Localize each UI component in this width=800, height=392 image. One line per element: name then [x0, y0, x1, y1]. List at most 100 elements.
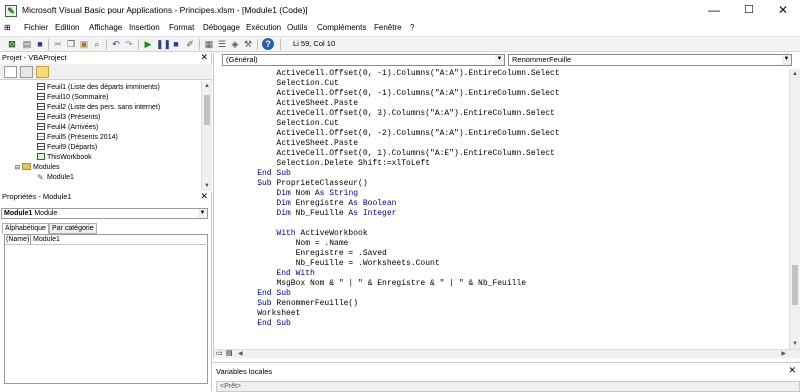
- code-line: ActiveCell.Offset(0, 1).Columns("A:E").E…: [238, 149, 555, 158]
- code-line: ActiveSheet.Paste: [238, 99, 359, 108]
- object-browser-icon[interactable]: ◈: [229, 38, 241, 50]
- procedure-combo[interactable]: RenommerFeuille ▼: [508, 54, 792, 66]
- tree-folder-modules[interactable]: ⊟ Modules: [15, 163, 60, 173]
- menu-fenetre[interactable]: Fenêtre: [374, 23, 402, 32]
- scroll-thumb[interactable]: [204, 95, 210, 125]
- collapse-icon[interactable]: ⊟: [15, 165, 20, 171]
- help-icon[interactable]: ?: [262, 38, 274, 50]
- code-line: Selection.Cut: [238, 119, 339, 128]
- menu-affichage[interactable]: Affichage: [89, 23, 122, 32]
- code-line: Sub RenommerFeuille(): [257, 299, 359, 308]
- design-mode-icon[interactable]: ✐: [184, 38, 196, 50]
- toolbar-separator: [106, 39, 107, 50]
- reset-icon[interactable]: ■: [170, 38, 182, 50]
- tree-item-module1[interactable]: ✎ Module1: [37, 173, 74, 183]
- save-icon[interactable]: ■: [34, 38, 46, 50]
- find-icon[interactable]: ⌕: [91, 38, 103, 50]
- chevron-down-icon[interactable]: ▼: [198, 209, 207, 218]
- cut-icon[interactable]: ✂: [52, 38, 64, 50]
- tab-alphabetique[interactable]: Alphabétique: [2, 223, 49, 234]
- procedure-combo-value: RenommerFeuille: [512, 55, 572, 64]
- minimize-button[interactable]: —: [697, 0, 731, 22]
- toggle-folders-icon[interactable]: [36, 66, 49, 78]
- chevron-down-icon[interactable]: ▼: [495, 55, 504, 65]
- scroll-down-icon[interactable]: ▼: [790, 339, 800, 349]
- close-icon[interactable]: ✕: [200, 191, 208, 201]
- title-bar: ✎ Microsoft Visual Basic pour Applicatio…: [0, 0, 800, 22]
- paste-icon[interactable]: ▣: [78, 38, 90, 50]
- close-icon[interactable]: ✕: [788, 365, 796, 376]
- insert-module-icon[interactable]: ▤: [21, 38, 33, 50]
- code-line: ActiveCell.Offset(0, -1).Columns("A:A").…: [238, 89, 560, 98]
- code-hscrollbar[interactable]: ▭ ▤ ◀ ▶: [214, 349, 800, 358]
- project-tree: Feuil1 (Liste des départs imminents) Feu…: [0, 81, 201, 191]
- workbook-icon: [37, 153, 45, 160]
- code-line: Sub ProprieteClasseur(): [257, 179, 368, 188]
- tree-item-label: Feuil2 (Liste des pers. sans internet): [47, 104, 161, 111]
- tree-item[interactable]: Feuil5 (Présents 2014): [37, 133, 118, 143]
- view-code-icon[interactable]: [4, 66, 17, 78]
- vba-app-icon[interactable]: ✎: [5, 5, 17, 17]
- menu-help[interactable]: ?: [410, 23, 414, 32]
- project-explorer-icon[interactable]: ▦: [203, 38, 215, 50]
- tree-item[interactable]: Feuil1 (Liste des départs imminents): [37, 83, 160, 93]
- tree-item[interactable]: Feuil2 (Liste des pers. sans internet): [37, 103, 160, 113]
- tree-item[interactable]: Feuil4 (Arrivées): [37, 123, 98, 133]
- copy-icon[interactable]: ❐: [65, 38, 77, 50]
- tree-item[interactable]: ThisWorkbook: [37, 153, 92, 163]
- tree-item-label: Feuil5 (Présents 2014): [47, 134, 118, 141]
- menu-execution[interactable]: Exécution: [246, 23, 281, 32]
- undo-icon[interactable]: ↶: [110, 38, 122, 50]
- restore-button[interactable]: ☐: [732, 0, 766, 22]
- pause-icon[interactable]: ❚❚: [156, 38, 171, 50]
- properties-panel-title: Propriétés - Module1: [2, 192, 72, 201]
- module-icon: ✎: [37, 173, 44, 182]
- code-line: Dim Nom As String: [276, 189, 359, 198]
- menu-debogage[interactable]: Débogage: [203, 23, 240, 32]
- scroll-thumb[interactable]: [792, 265, 798, 305]
- scroll-up-icon[interactable]: ▲: [202, 81, 212, 91]
- property-value[interactable]: Module1: [31, 235, 208, 245]
- object-select[interactable]: Module1 Module ▼: [1, 208, 208, 219]
- scroll-up-icon[interactable]: ▲: [790, 69, 800, 79]
- run-icon[interactable]: ▶: [142, 38, 154, 50]
- code-line: Selection.Delete Shift:=xlToLeft: [238, 159, 431, 168]
- menu-insertion[interactable]: Insertion: [129, 23, 160, 32]
- menu-icon[interactable]: ⊞: [4, 23, 11, 32]
- code-scrollbar[interactable]: ▲ ▼: [789, 69, 800, 349]
- code-line: MsgBox Nom & " | " & Enregistre & " | " …: [238, 279, 527, 288]
- excel-view-icon[interactable]: ⊠: [6, 38, 18, 50]
- code-line: End Sub: [257, 169, 291, 178]
- project-scrollbar[interactable]: ▲ ▼: [201, 81, 212, 191]
- scroll-down-icon[interactable]: ▼: [202, 181, 212, 191]
- close-button[interactable]: ✕: [766, 0, 800, 22]
- menu-edition[interactable]: Edition: [55, 23, 79, 32]
- properties-window-icon[interactable]: ☰: [216, 38, 228, 50]
- object-name: Module1: [4, 210, 33, 217]
- code-line: ActiveCell.Offset(0, -2).Columns("A:A").…: [238, 129, 560, 138]
- menu-outils[interactable]: Outils: [287, 23, 307, 32]
- toolbox-icon[interactable]: ⚒: [242, 38, 254, 50]
- menu-fichier[interactable]: Fichier: [24, 23, 48, 32]
- redo-icon[interactable]: ↷: [123, 38, 135, 50]
- toolbar-separator: [138, 39, 139, 50]
- close-icon[interactable]: ✕: [200, 52, 208, 62]
- menu-format[interactable]: Format: [169, 23, 194, 32]
- tab-par-categorie[interactable]: Par catégorie: [49, 223, 97, 234]
- scroll-right-icon[interactable]: ▶: [781, 350, 786, 358]
- full-module-view-icon[interactable]: ▤: [226, 350, 233, 358]
- chevron-down-icon[interactable]: ▼: [782, 55, 791, 65]
- sheet-icon: [37, 83, 45, 90]
- toolbar-separator: [257, 39, 258, 50]
- tree-item[interactable]: Feuil10 (Sommaire): [37, 93, 108, 103]
- procedure-view-icon[interactable]: ▭: [216, 350, 223, 358]
- menu-complements[interactable]: Compléments: [317, 23, 366, 32]
- object-combo[interactable]: (Général) ▼: [222, 54, 505, 66]
- standard-toolbar: ⊠ ▤ ■ ✂ ❐ ▣ ⌕ ↶ ↷ ▶ ❚❚ ■ ✐ ▦ ☰ ◈ ⚒ ? Li …: [0, 36, 800, 52]
- scroll-left-icon[interactable]: ◀: [238, 350, 243, 358]
- view-object-icon[interactable]: [20, 66, 33, 78]
- project-toolbar: [0, 64, 212, 80]
- code-editor[interactable]: ActiveCell.Offset(0, -1).Columns("A:A").…: [214, 69, 789, 349]
- tree-item[interactable]: Feuil3 (Présents): [37, 113, 100, 123]
- tree-item[interactable]: Feuil9 (Départs): [37, 143, 97, 153]
